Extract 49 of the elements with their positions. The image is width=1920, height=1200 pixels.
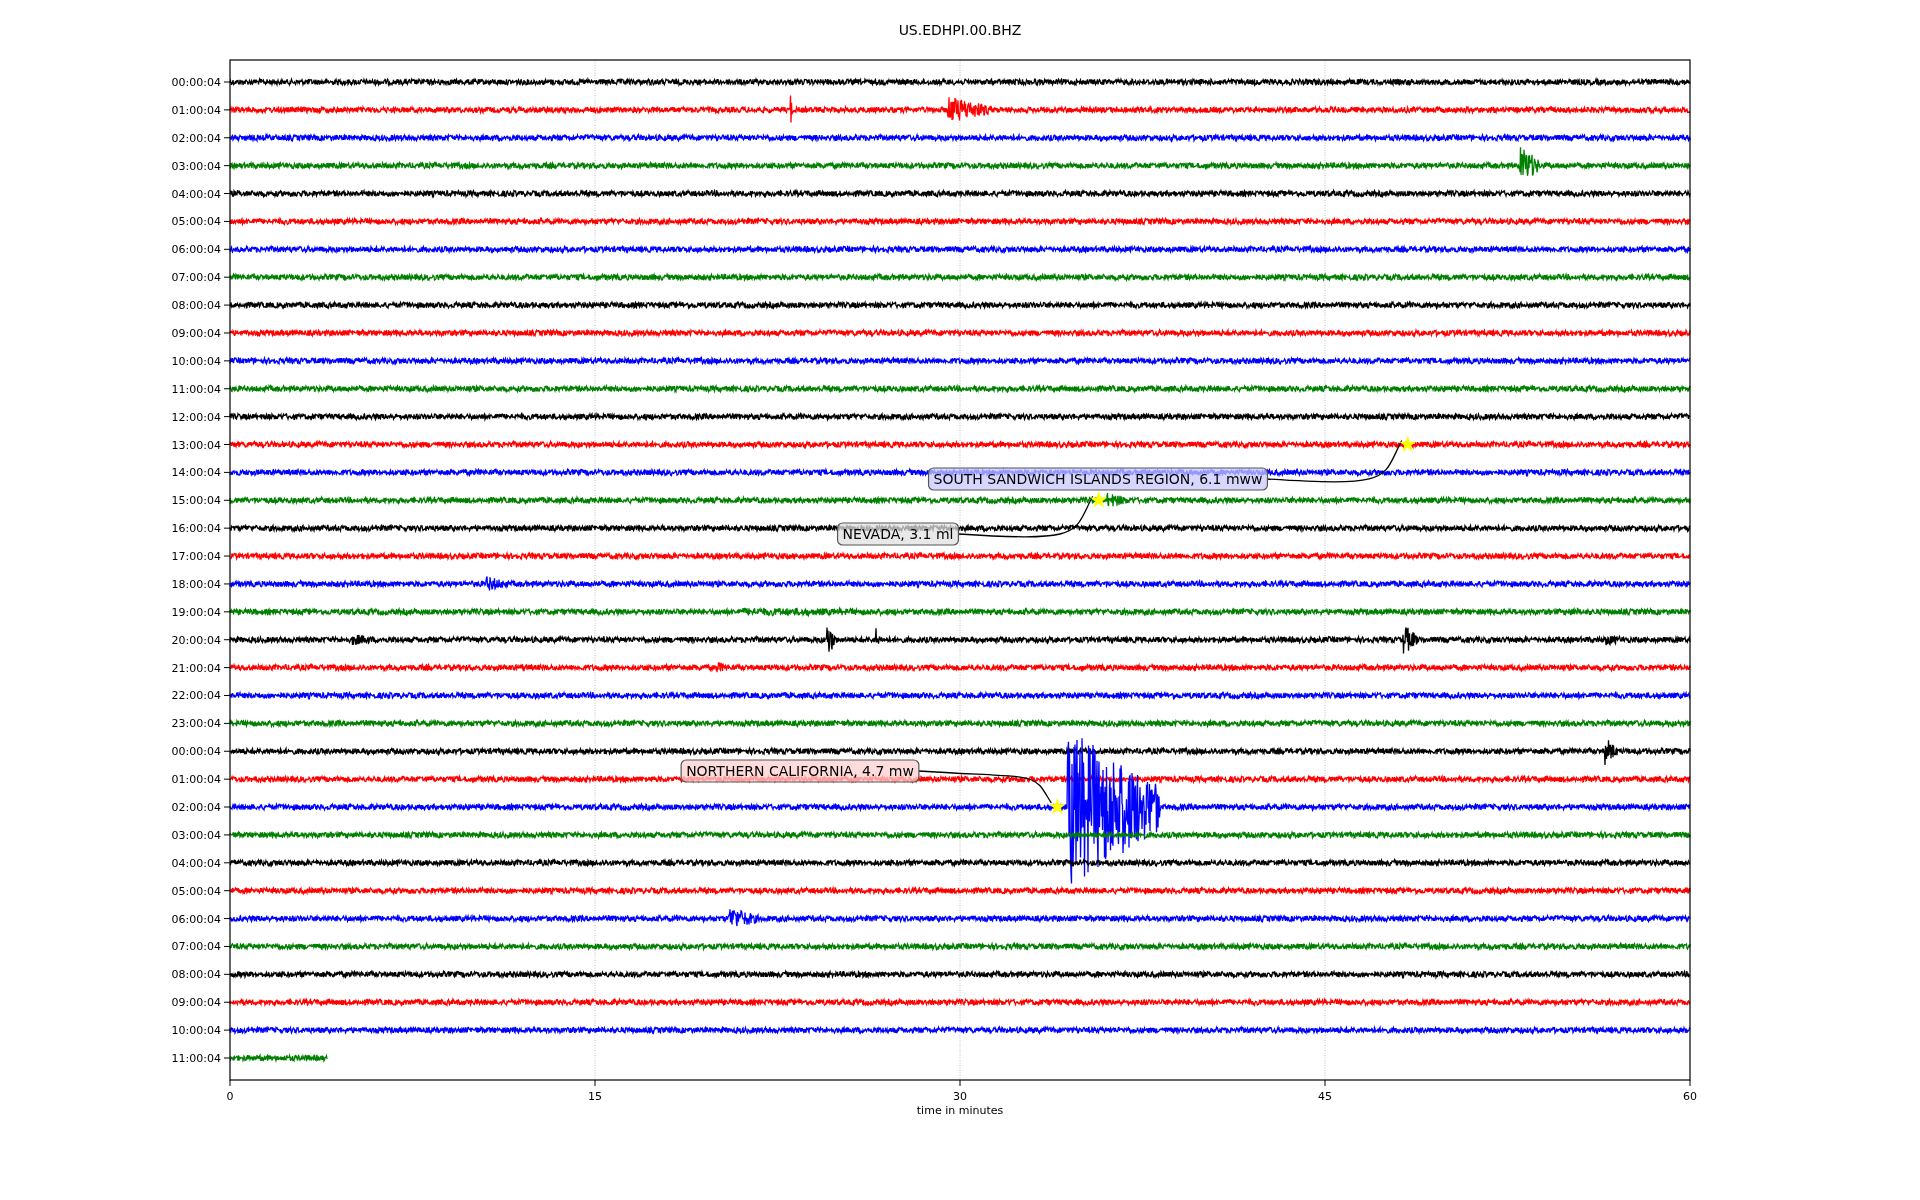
hour-label: 15:00:04: [171, 494, 221, 508]
hour-label: 04:00:04: [171, 856, 221, 870]
axis-tick-label: 45: [1318, 1090, 1332, 1103]
hour-label: 22:00:04: [171, 689, 221, 703]
hour-label: 14:00:04: [171, 466, 221, 480]
hour-label: 13:00:04: [171, 438, 221, 452]
axis-tick-label: 30: [953, 1090, 967, 1103]
hour-label: 09:00:04: [171, 996, 221, 1010]
star-icon: [1399, 435, 1417, 452]
hour-label: 08:00:04: [171, 299, 221, 313]
axis-tick-label: 60: [1683, 1090, 1697, 1103]
hour-label: 21:00:04: [171, 661, 221, 675]
hour-label: 16:00:04: [171, 522, 221, 536]
hour-label: 19:00:04: [171, 605, 221, 619]
hour-label: 03:00:04: [171, 159, 221, 173]
axis-title: time in minutes: [916, 1104, 1004, 1117]
hour-label: 05:00:04: [171, 215, 221, 229]
event-callout: NORTHERN CALIFORNIA, 4.7 mw: [680, 759, 920, 783]
hour-label: 17:00:04: [171, 550, 221, 564]
hour-label: 18:00:04: [171, 577, 221, 591]
hour-label: 20:00:04: [171, 633, 221, 647]
hour-label: 09:00:04: [171, 326, 221, 340]
hour-label: 10:00:04: [171, 354, 221, 368]
star-icon: [1048, 798, 1066, 815]
hour-label: 12:00:04: [171, 410, 221, 424]
hour-label: 06:00:04: [171, 912, 221, 926]
hour-label: 02:00:04: [171, 801, 221, 815]
star-icon: [1090, 491, 1108, 508]
event-callout: SOUTH SANDWICH ISLANDS REGION, 6.1 mww: [927, 467, 1269, 491]
hour-label: 00:00:04: [171, 745, 221, 759]
hour-label: 03:00:04: [171, 828, 221, 842]
hour-label: 05:00:04: [171, 884, 221, 898]
plot-title: US.EDHPI.00.BHZ: [898, 22, 1022, 38]
hour-label: 02:00:04: [171, 131, 221, 145]
axis-tick-label: 15: [588, 1090, 602, 1103]
hour-label: 01:00:04: [171, 773, 221, 787]
hour-label: 07:00:04: [171, 271, 221, 285]
hour-label: 06:00:04: [171, 243, 221, 257]
hour-label: 11:00:04: [171, 1052, 221, 1065]
hour-label: 10:00:04: [171, 1024, 221, 1038]
hour-label: 07:00:04: [171, 940, 221, 954]
hour-label: 01:00:04: [171, 103, 221, 117]
hour-label: 11:00:04: [171, 382, 221, 396]
hour-label: 04:00:04: [171, 187, 221, 201]
hour-label: 08:00:04: [171, 968, 221, 982]
axis-tick-label: 0: [226, 1090, 234, 1103]
event-callout: NEVADA, 3.1 ml: [837, 522, 959, 546]
hour-label: 00:00:04: [171, 76, 221, 89]
hour-label: 23:00:04: [171, 717, 221, 731]
